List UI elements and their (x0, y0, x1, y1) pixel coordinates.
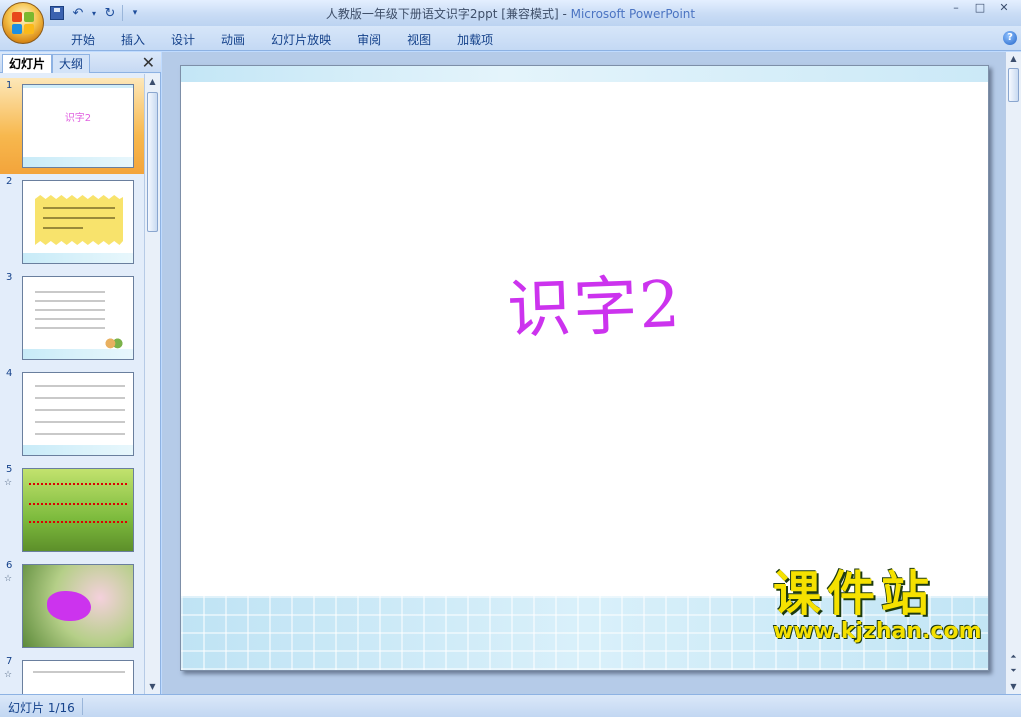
tab-outline[interactable]: 大纲 (52, 54, 91, 73)
minimize-button[interactable]: – (945, 2, 967, 16)
slide-thumbnail-6[interactable] (22, 564, 134, 648)
maximize-button[interactable]: □ (969, 2, 991, 16)
title-bar: ↶ ▾ ↻ ▾ 人教版一年级下册语文识字2ppt [兼容模式] - Micros… (0, 0, 1021, 26)
slide-thumbnail-4[interactable] (22, 372, 134, 456)
animation-star-icon: ☆ (4, 478, 13, 488)
office-logo-icon (12, 12, 34, 34)
close-pane-icon[interactable]: ✕ (142, 53, 155, 72)
text-row (29, 521, 127, 529)
slide-number: 4 (6, 368, 13, 379)
thumbnail-scrollbar[interactable]: ▲ ▼ (144, 74, 160, 694)
window-title: 人教版一年级下册语文识字2ppt [兼容模式] - Microsoft Powe… (0, 5, 1021, 22)
slide-thumbnail-5[interactable] (22, 468, 134, 552)
text-line (43, 207, 115, 209)
status-bar: 幻灯片 1/16 (0, 694, 1021, 717)
thumb-top-band (23, 85, 133, 88)
slides-pane: 幻灯片 大纲 ✕ 1 识字2 2 3 4 5 ☆ 6 ☆ 7 ☆ ▲ ▼ (0, 52, 161, 694)
next-slide-icon[interactable]: ⏷ (1006, 664, 1021, 678)
thumbnail-row-5[interactable]: 5 ☆ (0, 462, 144, 558)
slide-number: 5 (6, 464, 13, 475)
text-line (35, 397, 125, 399)
thumbnail-list: 1 识字2 2 3 4 5 ☆ 6 ☆ 7 ☆ (0, 74, 144, 694)
text-line (35, 318, 105, 320)
slide-number: 3 (6, 272, 13, 283)
tab-add-ins[interactable]: 加载项 (444, 31, 506, 49)
thumbnail-row-1[interactable]: 1 识字2 (0, 78, 144, 174)
text-line (43, 227, 83, 229)
slide-title[interactable]: 识字2 (505, 253, 683, 351)
thumbnail-row-6[interactable]: 6 ☆ (0, 558, 144, 654)
pane-tabs: 幻灯片 大纲 ✕ (0, 52, 161, 73)
scroll-thumb[interactable] (147, 92, 158, 232)
slide-thumbnail-1[interactable]: 识字2 (22, 84, 134, 168)
tab-home[interactable]: 开始 (58, 31, 108, 49)
tab-slide-show[interactable]: 幻灯片放映 (258, 31, 344, 49)
magenta-text-blob (47, 591, 91, 621)
text-row (29, 503, 127, 511)
slide-thumbnail-3[interactable] (22, 276, 134, 360)
title-separator: - (558, 7, 571, 21)
ribbon-tabs: 开始 插入 设计 动画 幻灯片放映 审阅 视图 加载项 (58, 31, 506, 49)
text-line (43, 217, 115, 219)
text-line (35, 409, 125, 411)
tab-insert[interactable]: 插入 (108, 31, 158, 49)
scroll-up-icon[interactable]: ▲ (145, 74, 160, 89)
ribbon: 开始 插入 设计 动画 幻灯片放映 审阅 视图 加载项 ? (0, 26, 1021, 51)
thumb-title: 识字2 (64, 113, 92, 124)
watermark-url: www.kjzhan.com (773, 619, 982, 644)
window-controls: – □ ✕ (945, 2, 1015, 16)
document-title: 人教版一年级下册语文识字2ppt [兼容模式] (325, 7, 559, 21)
tab-design[interactable]: 设计 (158, 31, 208, 49)
text-row (29, 483, 127, 491)
slide-thumbnail-2[interactable] (22, 180, 134, 264)
slide-number: 6 (6, 560, 13, 571)
slide-number: 2 (6, 176, 13, 187)
slide-number: 7 (6, 656, 13, 667)
site-watermark: 课件站 www.kjzhan.com (773, 568, 1001, 648)
yellow-text-box (35, 195, 123, 245)
tab-view[interactable]: 视图 (394, 31, 444, 49)
text-line (33, 671, 125, 673)
text-line (35, 327, 105, 329)
tab-review[interactable]: 审阅 (344, 31, 394, 49)
slide-top-band (181, 66, 988, 82)
text-line (35, 291, 105, 293)
text-line (35, 300, 105, 302)
thumbnail-row-2[interactable]: 2 (0, 174, 144, 270)
text-line (35, 433, 125, 435)
status-divider (82, 698, 83, 715)
office-button[interactable] (2, 2, 44, 44)
animation-star-icon: ☆ (4, 574, 13, 584)
tab-animations[interactable]: 动画 (208, 31, 258, 49)
thumbnail-row-4[interactable]: 4 (0, 366, 144, 462)
tab-slides[interactable]: 幻灯片 (2, 54, 53, 73)
text-line (35, 385, 125, 387)
scroll-thumb[interactable] (1008, 68, 1019, 102)
text-line (35, 421, 125, 423)
animation-star-icon: ☆ (4, 670, 13, 680)
scroll-down-icon[interactable]: ▼ (145, 679, 160, 694)
slide-number: 1 (6, 80, 13, 91)
app-name: Microsoft PowerPoint (570, 7, 696, 21)
thumb-bottom-band (23, 445, 133, 455)
thumbnail-row-7[interactable]: 7 ☆ (0, 654, 144, 694)
previous-slide-icon[interactable]: ⏶ (1006, 650, 1021, 664)
thumb-bottom-band (23, 349, 133, 359)
thumb-bottom-band (23, 253, 133, 263)
editor-scrollbar[interactable]: ▲ ⏶ ⏷ ▼ (1005, 52, 1021, 694)
help-icon[interactable]: ? (1003, 31, 1017, 45)
thumbnail-row-3[interactable]: 3 (0, 270, 144, 366)
close-button[interactable]: ✕ (993, 2, 1015, 16)
watermark-logo-text: 课件站 (773, 566, 936, 622)
slide-counter: 幻灯片 1/16 (8, 701, 75, 715)
scroll-down-icon[interactable]: ▼ (1006, 680, 1021, 694)
text-line (35, 309, 105, 311)
slide-thumbnail-7[interactable] (22, 660, 134, 694)
scroll-up-icon[interactable]: ▲ (1006, 52, 1021, 66)
thumb-bottom-band (23, 157, 133, 167)
